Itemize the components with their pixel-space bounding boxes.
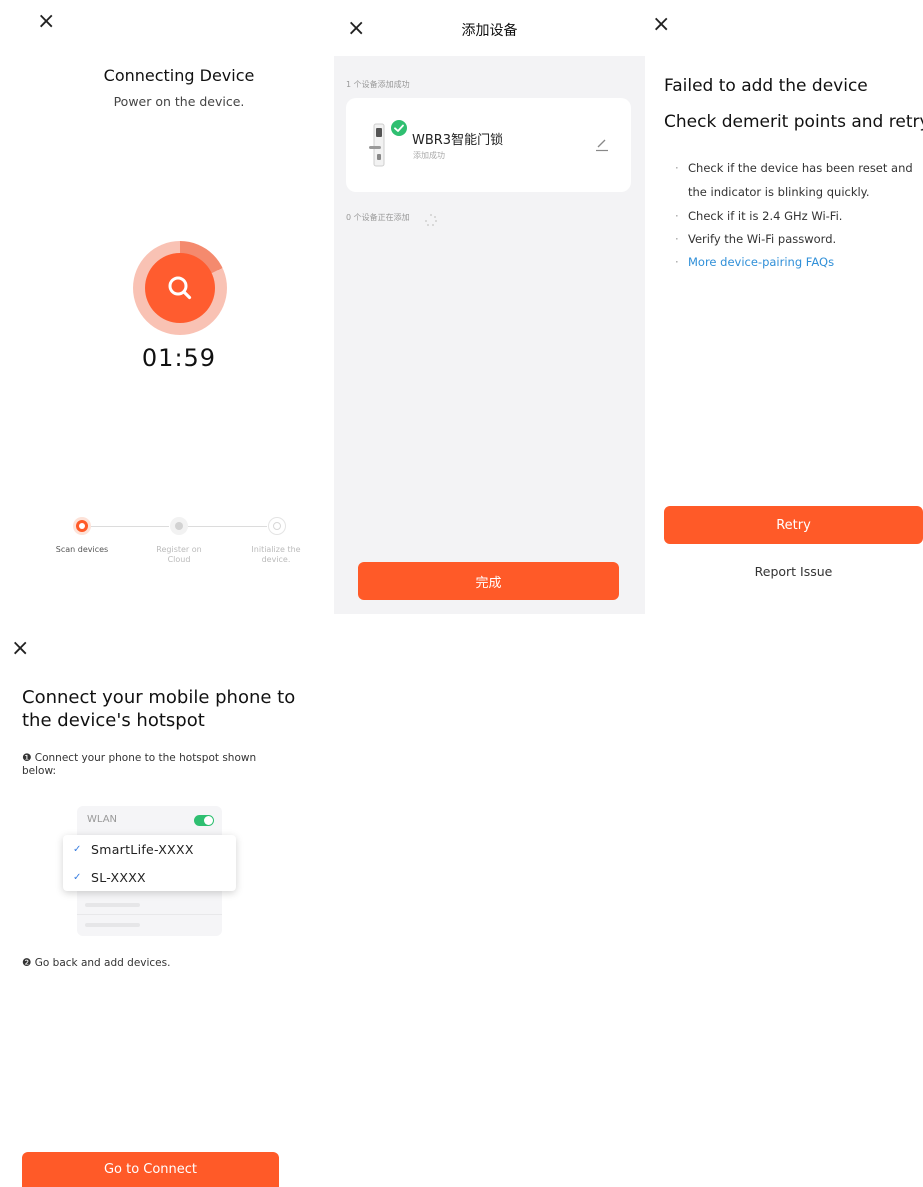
page-title: Connecting Device <box>103 66 255 85</box>
hotspot-name: SmartLife-XXXX <box>91 841 194 857</box>
check-icon: ✓ <box>73 871 82 883</box>
hotspot-item: ✓ SL-XXXX <box>63 863 236 891</box>
placeholder-bar <box>85 903 140 907</box>
step-label-cloud: Register on Cloud <box>156 545 202 564</box>
loading-spinner-icon <box>424 212 438 226</box>
instruction-step-2: ❷ Go back and add devices. <box>22 957 170 969</box>
step-scan-indicator <box>73 517 91 535</box>
close-button[interactable]: × <box>652 14 670 36</box>
device-status: 添加成功 <box>413 151 445 160</box>
success-check-icon <box>391 120 407 136</box>
hotspot-list: ✓ SmartLife-XXXX ✓ SL-XXXX <box>63 835 236 891</box>
success-count-text: 1 个设备添加成功 <box>346 80 410 89</box>
check-icon: ✓ <box>73 843 82 855</box>
hotspot-name: SL-XXXX <box>91 869 146 885</box>
page-title: Failed to add the device <box>664 76 868 96</box>
step-label-init: Initialize the device. <box>251 545 301 564</box>
instruction-text-1: Connect your phone to the hotspot shown … <box>22 752 257 777</box>
instruction-text-2: Go back and add devices. <box>34 957 171 969</box>
step-cloud-indicator <box>170 517 188 535</box>
instruction-step-1: ❶ Connect your phone to the hotspot show… <box>22 752 282 778</box>
page-subtitle: Check demerit points and retry <box>664 112 923 132</box>
done-button[interactable]: 完成 <box>358 562 619 600</box>
step-number-1: ❶ <box>22 752 32 764</box>
report-issue-link[interactable]: Report Issue <box>664 564 923 579</box>
hotspot-item: ✓ SmartLife-XXXX <box>63 835 236 863</box>
page-subtitle: Power on the device. <box>113 94 245 109</box>
wlan-label: WLAN <box>87 814 118 825</box>
close-button[interactable]: × <box>11 638 29 660</box>
page-title: 添加设备 <box>461 23 518 39</box>
countdown-timer: 01:59 <box>141 344 217 372</box>
step-init-indicator <box>268 517 286 535</box>
step-connector <box>187 526 267 527</box>
step-label-scan: Scan devices <box>55 545 109 554</box>
go-to-connect-button[interactable]: Go to Connect <box>22 1152 279 1187</box>
close-button[interactable]: × <box>37 11 55 33</box>
edit-icon[interactable] <box>594 136 610 152</box>
page-title: Connect your mobile phone to the device'… <box>22 687 296 731</box>
wlan-toggle <box>194 815 214 826</box>
device-name: WBR3智能门锁 <box>412 133 504 148</box>
step-connector <box>91 526 169 527</box>
placeholder-bar <box>85 923 140 927</box>
divider <box>77 914 222 915</box>
step-number-2: ❷ <box>22 957 32 969</box>
search-icon <box>145 253 215 323</box>
scan-progress-ring <box>133 241 227 335</box>
retry-button[interactable]: Retry <box>664 506 923 544</box>
adding-count-text: 0 个设备正在添加 <box>346 213 410 222</box>
